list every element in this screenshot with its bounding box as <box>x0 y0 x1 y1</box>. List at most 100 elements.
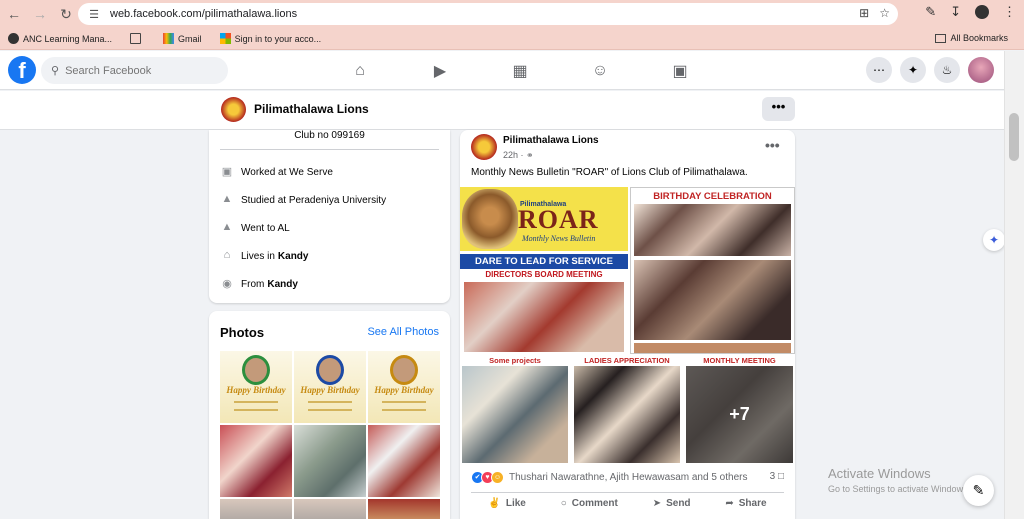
marketplace-icon[interactable]: ▦ <box>480 59 560 83</box>
facebook-header: f ⚲ ⌂ ▶ ▦ ☺ ▣ ⋯ ✦ ♨ <box>0 51 1004 90</box>
photo-thumbnail[interactable] <box>294 425 366 497</box>
search-input[interactable] <box>65 64 216 77</box>
browser-toolbar: ← → ↻ ☰ web.facebook.com/pilimathalawa.l… <box>0 0 1024 28</box>
send-button[interactable]: ➤ Send <box>653 498 691 509</box>
site-info-icon[interactable]: ☰ <box>84 8 104 21</box>
microsoft-icon <box>219 33 231 44</box>
gaming-icon[interactable]: ▣ <box>640 59 720 83</box>
decor-line <box>382 409 426 411</box>
main-nav: ⌂ ▶ ▦ ☺ ▣ <box>320 59 720 83</box>
photos-title: Photos <box>220 325 265 340</box>
like-button[interactable]: ✌ Like <box>488 498 525 509</box>
monthly-meeting-image[interactable]: MONTHLY MEETING +7 <box>684 355 795 465</box>
chrome-menu-icon[interactable]: ⋮ <box>1003 4 1016 20</box>
post-text: Monthly News Bulletin "ROAR" of Lions Cl… <box>471 167 748 178</box>
birthday-photo <box>634 343 791 353</box>
post-more-button[interactable]: ••• <box>765 137 780 153</box>
tile-photo: +7 <box>686 366 793 463</box>
comment-icon: □ <box>777 471 784 482</box>
see-all-photos-link[interactable]: See All Photos <box>367 326 439 338</box>
page-more-button[interactable]: ••• <box>762 97 795 121</box>
address-bar[interactable]: ☰ web.facebook.com/pilimathalawa.lions ⊞… <box>78 3 898 25</box>
menu-grid-icon[interactable]: ⋯ <box>866 57 892 83</box>
birthday-photo <box>634 260 791 340</box>
bookmark-microsoft[interactable]: Sign in to your acco... <box>219 33 321 44</box>
like-label: Like <box>505 498 526 509</box>
graduation-cap-icon: ▲ <box>221 193 233 205</box>
tile-title: MONTHLY MEETING <box>703 356 776 365</box>
projects-image[interactable]: Some projects <box>460 355 570 465</box>
search-box[interactable]: ⚲ <box>41 57 228 84</box>
new-message-edit-icon[interactable]: ✎ <box>963 475 994 506</box>
photo-thumbnail[interactable] <box>294 499 366 519</box>
bookmark-star-icon[interactable]: ☆ <box>879 6 890 20</box>
divider <box>220 149 439 150</box>
comments-number: 3 <box>769 471 776 482</box>
extensions-icon[interactable]: ✎ <box>925 4 936 20</box>
tile-title: LADIES APPRECIATION <box>584 356 670 365</box>
birthday-title: BIRTHDAY CELEBRATION <box>653 191 772 202</box>
photo-thumbnail[interactable]: Happy Birthday <box>368 351 440 423</box>
bookmark-gmail[interactable]: Gmail <box>163 33 202 44</box>
back-icon[interactable]: ← <box>2 2 26 26</box>
url-text: web.facebook.com/pilimathalawa.lions <box>110 8 298 20</box>
directors-meeting-title: DIRECTORS BOARD MEETING <box>460 270 628 281</box>
all-bookmarks[interactable]: All Bookmarks <box>935 33 1008 43</box>
install-app-icon[interactable]: ⊞ <box>859 6 869 20</box>
ai-sparkle-icon[interactable]: ✦ <box>983 229 1005 251</box>
comments-count[interactable]: 3 □ <box>770 471 784 482</box>
ladies-appreciation-image[interactable]: LADIES APPRECIATION <box>572 355 682 465</box>
gmail-icon <box>163 33 175 44</box>
intro-row-work: ▣ Worked at We Serve <box>221 166 333 178</box>
bookmark-folder[interactable] <box>130 33 145 44</box>
share-button[interactable]: ➦ Share <box>725 498 766 509</box>
folder-icon <box>935 33 947 43</box>
groups-icon[interactable]: ☺ <box>560 59 640 83</box>
post-timestamp[interactable]: 22h · ⚭ <box>503 150 534 161</box>
from-location[interactable]: Kandy <box>267 279 298 290</box>
photo-thumbnail[interactable]: Happy Birthday <box>294 351 366 423</box>
intro-row-from: ◉ From Kandy <box>220 277 298 291</box>
home-icon[interactable]: ⌂ <box>320 59 400 83</box>
page-logo-icon[interactable] <box>221 97 246 122</box>
roar-bulletin-image[interactable]: Pilimathalawa ROAR Monthly News Bulletin… <box>460 187 628 354</box>
intro-row-school: ▲ Went to AL <box>221 221 290 234</box>
bookmark-anc[interactable]: ANC Learning Mana... <box>8 33 112 44</box>
facebook-logo-icon[interactable]: f <box>8 56 36 84</box>
scrollbar-thumb[interactable] <box>1009 113 1019 161</box>
page-header: Pilimathalawa Lions ••• <box>0 91 1004 130</box>
roar-subtitle: Monthly News Bulletin <box>522 234 596 243</box>
photo-thumbnail[interactable]: Happy Birthday <box>220 351 292 423</box>
lion-image <box>462 189 518 249</box>
roar-title: ROAR <box>518 205 599 234</box>
photo-thumbnail[interactable] <box>368 499 440 519</box>
account-avatar[interactable] <box>968 57 994 83</box>
lives-in-location[interactable]: Kandy <box>278 251 309 262</box>
post-author[interactable]: Pilimathalawa Lions <box>503 135 599 146</box>
share-label: Share <box>738 498 767 509</box>
reactions-summary[interactable]: ✔ ♥ ☺ Thushari Nawarathne, Ajith Hewawas… <box>471 471 747 484</box>
notifications-bell-icon[interactable]: ♨ <box>934 57 960 83</box>
activate-windows-subtitle: Go to Settings to activate Windows. <box>828 484 971 494</box>
photo-thumbnail[interactable] <box>220 425 292 497</box>
send-label: Send <box>666 498 691 509</box>
messenger-icon[interactable]: ✦ <box>900 57 926 83</box>
forward-icon[interactable]: → <box>28 2 52 26</box>
post-author-avatar[interactable] <box>471 134 497 160</box>
post-media[interactable]: Pilimathalawa ROAR Monthly News Bulletin… <box>460 187 795 465</box>
post-card: Pilimathalawa Lions 22h · ⚭ ••• Monthly … <box>460 130 795 519</box>
page-name[interactable]: Pilimathalawa Lions <box>254 102 369 116</box>
comment-button[interactable]: ○ Comment <box>561 498 618 509</box>
birthday-celebration-image[interactable]: BIRTHDAY CELEBRATION <box>630 187 795 354</box>
birthday-text: Happy Birthday <box>374 385 434 395</box>
photo-thumbnail[interactable] <box>220 499 292 519</box>
page-scrollbar[interactable] <box>1004 51 1024 519</box>
photos-card: Photos See All Photos Happy Birthday Hap… <box>209 311 450 519</box>
divider <box>471 492 784 493</box>
download-icon[interactable]: ↧ <box>950 4 961 20</box>
photo-thumbnail[interactable] <box>368 425 440 497</box>
video-icon[interactable]: ▶ <box>400 59 480 83</box>
folder-icon <box>130 33 142 44</box>
profile-icon[interactable] <box>975 5 989 19</box>
reload-icon[interactable]: ↻ <box>54 2 78 26</box>
